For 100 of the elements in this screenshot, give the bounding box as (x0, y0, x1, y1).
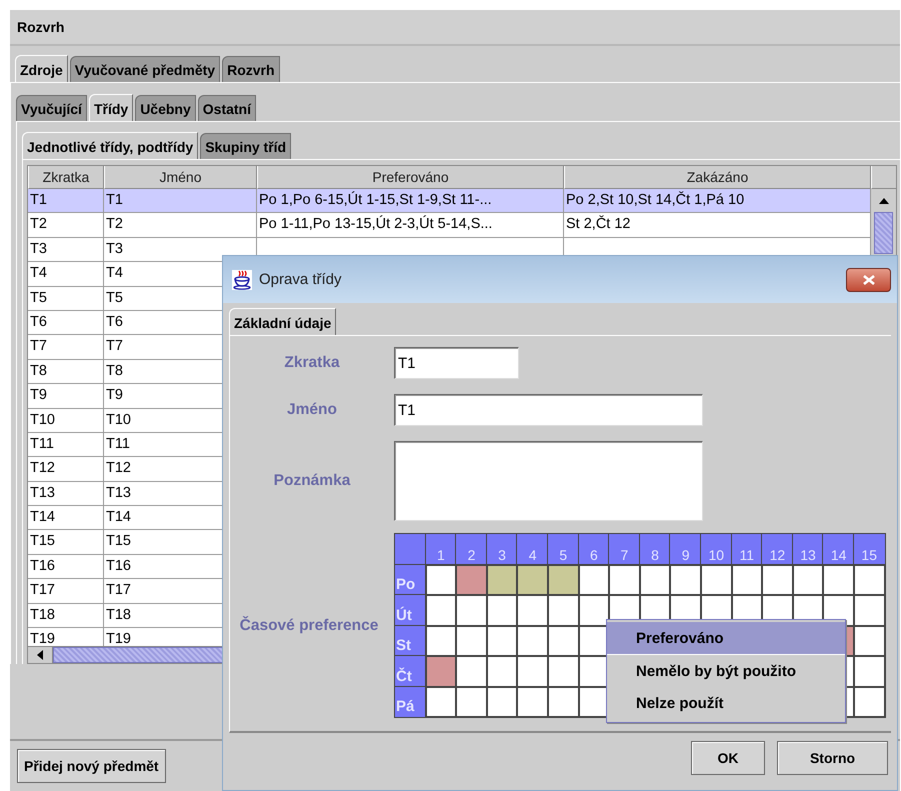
table-cell: T17 (106, 582, 131, 598)
menu-item[interactable]: Preferováno (607, 622, 845, 655)
tab[interactable]: Rozvrh (222, 56, 280, 82)
time-slot[interactable] (486, 564, 518, 595)
time-slot[interactable] (548, 564, 579, 595)
tab[interactable]: Jednotlivé třídy, podtřídy (22, 132, 198, 159)
time-slot[interactable] (456, 656, 487, 686)
time-slot[interactable] (517, 564, 548, 595)
table-cell: T11 (30, 436, 54, 452)
table-cell: T14 (30, 509, 55, 526)
table-cell: T1 (30, 192, 47, 208)
table-cell: T2 (106, 216, 123, 232)
field-label: Poznámka (272, 472, 352, 490)
input-field[interactable]: T1 (394, 347, 519, 379)
time-slot[interactable] (578, 564, 610, 595)
table-cell: T4 (30, 265, 47, 282)
time-slot[interactable] (456, 626, 487, 656)
table-cell: T6 (30, 314, 47, 330)
table-cell: T17 (30, 582, 55, 598)
tab[interactable]: Ostatní (198, 95, 256, 121)
period-header: 2 (456, 534, 487, 564)
time-slot[interactable] (578, 595, 610, 626)
day-header: St (395, 626, 426, 656)
time-slot[interactable] (670, 564, 701, 595)
table-cell: T4 (106, 265, 123, 282)
period-header: 11 (732, 534, 762, 564)
time-slot[interactable] (548, 626, 579, 656)
time-slot[interactable] (854, 564, 884, 595)
table-cell: T10 (30, 412, 55, 428)
time-slot[interactable] (426, 564, 456, 595)
table-cell: T14 (106, 509, 131, 526)
day-header: Út (395, 595, 426, 626)
note-field[interactable] (394, 441, 703, 521)
tab[interactable]: Vyučované předměty (70, 56, 220, 82)
time-slot[interactable] (548, 656, 579, 686)
time-slot[interactable] (456, 595, 487, 626)
time-slot[interactable] (426, 626, 456, 656)
table-cell: T1 (106, 192, 123, 208)
period-header: 13 (792, 534, 824, 564)
input-field[interactable]: T1 (394, 394, 703, 426)
table-cell: T12 (30, 460, 55, 476)
table-cell: T7 (106, 338, 123, 354)
time-slot[interactable] (854, 595, 884, 626)
table-cell: T5 (106, 290, 123, 306)
cup-icon (232, 270, 252, 290)
tab[interactable]: Třídy (88, 94, 134, 121)
table-cell: T13 (106, 484, 131, 501)
tab[interactable]: Základní údaje (229, 308, 336, 335)
period-header: 4 (517, 534, 548, 564)
time-slot[interactable] (823, 564, 854, 595)
time-slot[interactable] (640, 564, 670, 595)
time-slot[interactable] (486, 686, 518, 717)
time-slot[interactable] (486, 626, 518, 656)
up-arrow-icon[interactable] (878, 198, 888, 204)
period-header: 12 (762, 534, 793, 564)
time-slot[interactable] (792, 564, 824, 595)
day-header: Po (395, 564, 426, 595)
time-slot[interactable] (517, 626, 548, 656)
scrollbar-thumb[interactable] (874, 212, 893, 254)
table-cell: T16 (30, 558, 55, 574)
day-header: Čt (395, 656, 426, 686)
time-slot[interactable] (700, 564, 732, 595)
menu-item[interactable]: Nelze použít (607, 687, 845, 719)
period-header: 3 (486, 534, 518, 564)
time-slot[interactable] (456, 564, 487, 595)
dialog-button[interactable]: Storno (777, 741, 888, 775)
time-slot[interactable] (854, 626, 884, 656)
close-button[interactable] (846, 268, 891, 292)
time-slot[interactable] (517, 656, 548, 686)
time-slot[interactable] (609, 564, 640, 595)
menu-item[interactable]: Nemělo by být použito (607, 655, 845, 687)
time-slot[interactable] (426, 595, 456, 626)
table-row[interactable]: T2 T2 Po 1-11,Po 13-15,Út 2-3,Út 5-14,S... St 2,Čt 12 (28, 213, 871, 238)
time-slot[interactable] (456, 686, 487, 717)
time-slot[interactable] (762, 564, 793, 595)
tab[interactable]: Zdroje (15, 55, 68, 82)
period-header: 1 (426, 534, 456, 564)
time-slot[interactable] (517, 686, 548, 717)
table-cell: T8 (30, 362, 47, 379)
time-slot[interactable] (426, 686, 456, 717)
table-row[interactable]: T1 T1 Po 1,Po 6-15,Út 1-15,St 1-9,St 11-... Po 2,St 10,St 14,Čt 1,Pá 10 (28, 189, 871, 214)
field-label: Časové preference (238, 616, 380, 634)
table-cell: T10 (106, 412, 131, 428)
time-slot[interactable] (854, 686, 884, 717)
period-header: 6 (578, 534, 610, 564)
time-slot[interactable] (486, 595, 518, 626)
time-slot[interactable] (486, 656, 518, 686)
tab[interactable]: Vyučující (16, 95, 87, 121)
time-slot[interactable] (517, 595, 548, 626)
time-slot[interactable] (548, 686, 579, 717)
dialog-button[interactable]: OK (691, 741, 765, 775)
time-slot[interactable] (732, 564, 762, 595)
time-slot[interactable] (548, 595, 579, 626)
add-subject-button[interactable]: Přidej nový předmět (17, 749, 166, 783)
period-header: 9 (670, 534, 701, 564)
left-arrow-icon[interactable] (37, 650, 43, 660)
tab[interactable]: Učebny (135, 95, 196, 121)
time-slot[interactable] (854, 656, 884, 686)
time-slot[interactable] (426, 656, 456, 686)
tab[interactable]: Skupiny tříd (200, 133, 292, 159)
